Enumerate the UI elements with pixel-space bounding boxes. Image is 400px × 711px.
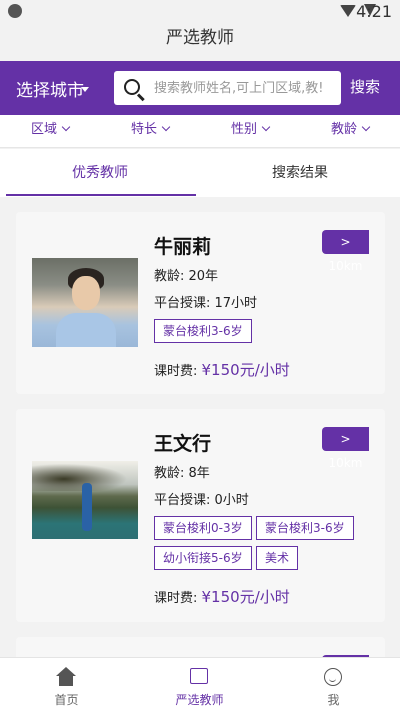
search-bar: 选择城市 搜索	[0, 61, 400, 115]
chevron-down-icon	[261, 122, 271, 132]
search-input[interactable]	[154, 77, 338, 99]
teacher-icon	[190, 668, 208, 684]
filter-label: 特长	[131, 122, 158, 137]
distance-badge: > 10km	[322, 427, 369, 470]
status-time: 4:21	[356, 2, 392, 21]
nav-label: 我	[327, 693, 340, 707]
teacher-experience: 教龄: 8年	[154, 466, 210, 481]
filter-label: 区域	[31, 122, 58, 137]
specialty-tag: 美术	[256, 546, 299, 570]
home-icon	[56, 667, 76, 687]
teacher-hours: 平台授课: 17小时	[154, 296, 258, 311]
tab-excellent-teachers[interactable]: 优秀教师	[72, 162, 128, 182]
filter-experience[interactable]: 教龄	[331, 118, 371, 137]
wifi-icon	[340, 5, 356, 17]
filter-specialty[interactable]: 特长	[131, 118, 171, 137]
filter-gender[interactable]: 性别	[231, 118, 271, 137]
notification-dot-icon	[8, 4, 22, 18]
fee-value: ¥150元/小时	[201, 361, 290, 379]
city-select-button[interactable]: 选择城市	[16, 76, 84, 101]
teacher-hours: 平台授课: 0小时	[154, 493, 249, 508]
specialty-tag: 幼小衔接5-6岁	[154, 546, 252, 570]
nav-label: 严选教师	[175, 693, 224, 707]
filter-bar: 区域 特长 性别 教龄	[0, 115, 400, 148]
specialty-tag: 蒙台梭利3-6岁	[256, 516, 354, 540]
teacher-photo	[32, 258, 138, 347]
specialty-tag: 蒙台梭利0-3岁	[154, 516, 252, 540]
nav-teachers[interactable]: 严选教师	[133, 658, 266, 711]
tab-bar: 优秀教师 搜索结果	[0, 149, 400, 197]
teacher-name: 王文行	[154, 433, 212, 455]
page-title: 严选教师	[0, 24, 400, 52]
tab-search-results[interactable]: 搜索结果	[272, 162, 328, 182]
nav-label: 首页	[54, 693, 79, 707]
teacher-experience: 教龄: 20年	[154, 269, 219, 284]
fee-value: ¥150元/小时	[201, 588, 290, 606]
nav-me[interactable]: 我	[267, 658, 400, 711]
specialty-tag: 蒙台梭利3-6岁	[154, 319, 252, 343]
teacher-card[interactable]: 王文行 > 10km 教龄: 8年 平台授课: 0小时 蒙台梭利0-3岁 蒙台梭…	[16, 409, 385, 622]
chevron-down-icon	[61, 122, 71, 132]
fee-label: 课时费:	[154, 364, 202, 379]
fee-line: 课时费: ¥150元/小时	[154, 586, 290, 607]
filter-label: 教龄	[331, 122, 358, 137]
teacher-name: 牛丽莉	[154, 236, 212, 258]
chevron-down-icon	[161, 122, 171, 132]
smile-icon	[324, 668, 342, 686]
teacher-card[interactable]: 牛丽莉 > 10km 教龄: 20年 平台授课: 17小时 蒙台梭利3-6岁 课…	[16, 212, 385, 394]
filter-region[interactable]: 区域	[31, 118, 71, 137]
caret-down-icon[interactable]	[81, 87, 89, 92]
fee-line: 课时费: ¥150元/小时	[154, 359, 290, 380]
status-bar: 4:21	[0, 0, 400, 24]
fee-label: 课时费:	[154, 591, 202, 606]
filter-label: 性别	[231, 122, 258, 137]
bottom-nav: 首页 严选教师 我	[0, 657, 400, 711]
distance-badge: > 10km	[322, 230, 369, 273]
search-box[interactable]	[114, 71, 341, 105]
nav-home[interactable]: 首页	[0, 658, 133, 711]
search-button[interactable]: 搜索	[350, 76, 380, 97]
teacher-photo	[32, 461, 138, 539]
chevron-down-icon	[361, 122, 371, 132]
search-icon	[124, 79, 140, 95]
tab-indicator	[6, 194, 196, 196]
